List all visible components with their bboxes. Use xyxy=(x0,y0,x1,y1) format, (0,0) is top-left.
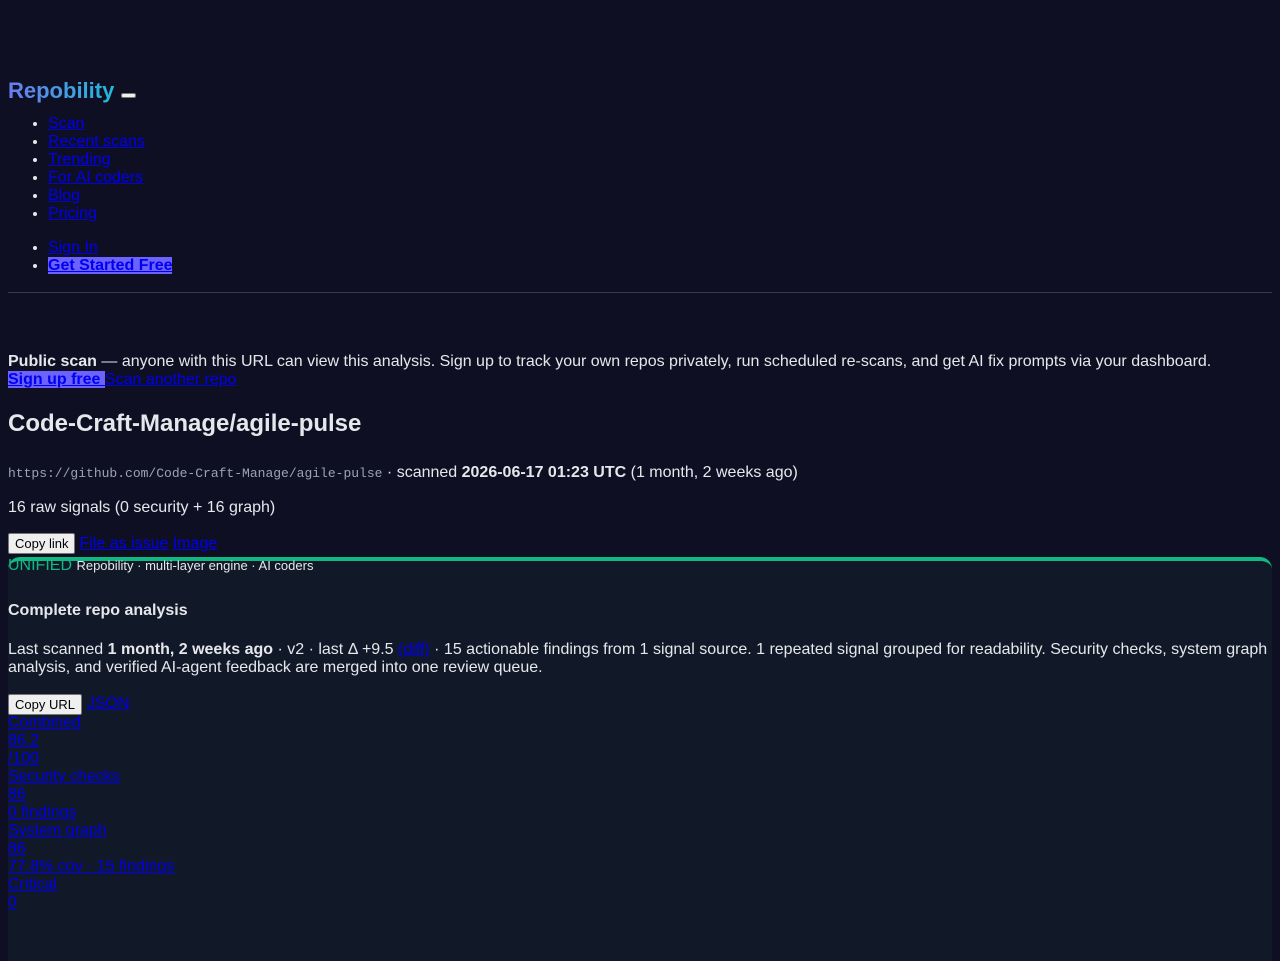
scan-another-repo-link[interactable]: Scan another repo xyxy=(105,371,237,388)
get-started-button[interactable]: Get Started Free xyxy=(48,257,173,274)
repo-actions: Copy link File as issue Image xyxy=(8,533,1272,554)
metric-critical-label[interactable]: Critical xyxy=(8,876,1272,894)
scanned-ago: (1 month, 2 weeks ago) xyxy=(626,464,798,481)
sign-up-free-button[interactable]: Sign up free xyxy=(8,371,105,388)
metric-security-label[interactable]: Security checks xyxy=(8,768,1272,786)
repo-meta: https://github.com/Code-Craft-Manage/agi… xyxy=(8,464,1272,483)
nav-link-blog[interactable]: Blog xyxy=(48,187,80,204)
public-scan-label: Public scan xyxy=(8,353,97,370)
repo-title: Code-Craft-Manage/agile-pulse xyxy=(8,410,362,437)
nav-item: Trending xyxy=(48,151,1272,169)
card-heading: Complete repo analysis xyxy=(8,602,188,619)
nav-item: For AI coders xyxy=(48,169,1272,187)
diff-link[interactable]: (diff) xyxy=(398,641,430,658)
copy-url-button[interactable]: Copy URL xyxy=(8,693,82,715)
main-nav: Scan Recent scans Trending For AI coders… xyxy=(8,115,1272,223)
brand-row: Repobility xyxy=(8,77,1272,105)
metric-security-sub[interactable]: 0 findings xyxy=(8,804,1272,822)
summary-version: · v2 · last Δ +9.5 xyxy=(273,641,398,658)
nav-item: Scan xyxy=(48,115,1272,133)
auth-item: Get Started Free xyxy=(48,257,1272,275)
metric-critical-value[interactable]: 0 xyxy=(8,894,1272,912)
nav-link-recent-scans[interactable]: Recent scans xyxy=(48,133,145,150)
metric-graph-label[interactable]: System graph xyxy=(8,822,1272,840)
scan-summary: Last scanned 1 month, 2 weeks ago · v2 ·… xyxy=(8,641,1272,677)
public-scan-notice: Public scan — anyone with this URL can v… xyxy=(8,353,1272,389)
raw-signals-count: 16 raw signals (0 security + 16 graph) xyxy=(8,499,276,516)
menu-toggle-button[interactable] xyxy=(121,92,137,98)
sign-in-link[interactable]: Sign In xyxy=(48,239,98,256)
metric-graph-value[interactable]: 86 xyxy=(8,840,1272,858)
metric-graph-sub[interactable]: 77.8% cov · 15 findings xyxy=(8,858,1272,876)
summary-prefix: Last scanned xyxy=(8,641,108,658)
card-header: UNIFIED Repobility · multi-layer engine … xyxy=(8,557,1272,575)
top-spacer xyxy=(8,0,1272,77)
brand-logo[interactable]: Repobility xyxy=(8,78,114,104)
auth-nav: Sign In Get Started Free xyxy=(8,239,1272,275)
nav-link-pricing[interactable]: Pricing xyxy=(48,205,97,222)
repo-url: https://github.com/Code-Craft-Manage/agi… xyxy=(8,466,383,481)
metric-combined-sub[interactable]: /100 xyxy=(8,750,1272,768)
json-link[interactable]: JSON xyxy=(87,695,130,713)
scanned-timestamp: 2026-06-17 01:23 UTC xyxy=(461,464,627,481)
copy-link-button[interactable]: Copy link xyxy=(8,533,76,554)
file-as-issue-link[interactable]: File as issue xyxy=(79,535,168,553)
engine-label: Repobility · multi-layer engine · AI cod… xyxy=(76,558,314,573)
nav-item: Recent scans xyxy=(48,133,1272,151)
metrics-list: Combined 86.2 /100 Security checks 86 0 … xyxy=(8,714,1272,912)
nav-item: Blog xyxy=(48,187,1272,205)
public-scan-text: — anyone with this URL can view this ana… xyxy=(96,353,1212,370)
summary-last-scanned: 1 month, 2 weeks ago xyxy=(107,641,274,658)
nav-link-trending[interactable]: Trending xyxy=(48,151,111,168)
metric-combined-label[interactable]: Combined xyxy=(8,714,1272,732)
header-divider xyxy=(8,292,1272,293)
unified-badge: UNIFIED xyxy=(8,557,72,574)
nav-link-scan[interactable]: Scan xyxy=(48,115,84,132)
auth-item: Sign In xyxy=(48,239,1272,257)
site-header: Repobility Scan Recent scans Trending Fo… xyxy=(8,77,1272,275)
image-link[interactable]: Image xyxy=(173,535,217,553)
scanned-prefix: · scanned xyxy=(382,464,462,481)
unified-analysis-card: UNIFIED Repobility · multi-layer engine … xyxy=(8,557,1272,961)
metric-combined-value[interactable]: 86.2 xyxy=(8,732,1272,750)
nav-item: Pricing xyxy=(48,205,1272,223)
page: Repobility Scan Recent scans Trending Fo… xyxy=(0,0,1280,961)
card-actions: Copy URL JSON xyxy=(8,693,1272,715)
nav-link-ai-coders[interactable]: For AI coders xyxy=(48,169,143,186)
metric-security-value[interactable]: 86 xyxy=(8,786,1272,804)
